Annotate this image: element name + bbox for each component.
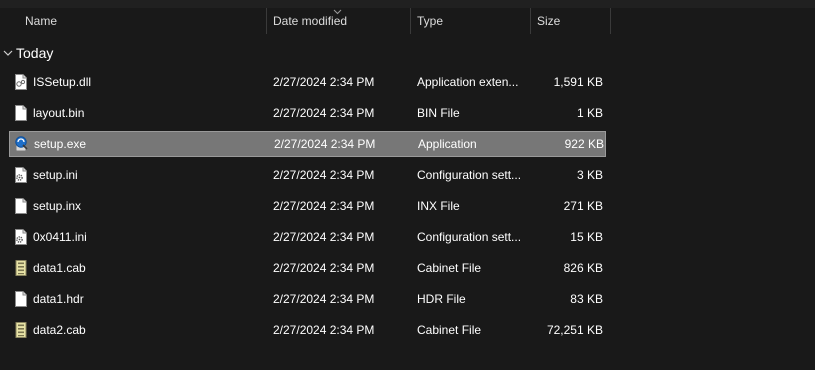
column-header-name[interactable]: Name	[25, 8, 57, 34]
file-name: setup.exe	[34, 137, 87, 151]
file-date-modified: 2/27/2024 2:34 PM	[273, 168, 375, 182]
file-row[interactable]: setup.exe 2/27/2024 2:34 PM Application 922…	[9, 131, 606, 157]
file-date-modified: 2/27/2024 2:34 PM	[273, 261, 375, 275]
column-divider[interactable]	[530, 8, 531, 34]
dll-icon	[14, 74, 28, 90]
cabinet-icon	[14, 322, 28, 338]
file-type: Application exten...	[417, 75, 519, 89]
file-date-modified: 2/27/2024 2:34 PM	[273, 230, 375, 244]
column-header-bar: Name Date modified Type Size	[0, 8, 815, 34]
file-name: setup.ini	[33, 168, 78, 182]
file-size: 271 KB	[563, 199, 603, 213]
file-size: 15 KB	[570, 230, 603, 244]
file-size: 3 KB	[576, 168, 603, 182]
file-name: data1.hdr	[33, 292, 84, 306]
file-type: Configuration sett...	[417, 168, 522, 182]
config-file-icon	[14, 167, 28, 183]
file-type: Cabinet File	[417, 323, 482, 337]
file-explorer-list: Name Date modified Type Size Today ISSet…	[0, 0, 815, 370]
file-row[interactable]: 0x0411.ini 2/27/2024 2:34 PM Configuration…	[9, 224, 606, 250]
file-type: INX File	[417, 199, 460, 213]
config-file-icon	[14, 229, 28, 245]
file-type: HDR File	[417, 292, 466, 306]
top-border	[0, 0, 815, 8]
file-size: 83 KB	[570, 292, 603, 306]
file-name: 0x0411.ini	[33, 230, 87, 244]
file-date-modified: 2/27/2024 2:34 PM	[273, 75, 375, 89]
column-header-type[interactable]: Type	[417, 8, 443, 34]
file-type: Cabinet File	[417, 261, 482, 275]
file-name: data1.cab	[33, 261, 86, 275]
file-name: data2.cab	[33, 323, 86, 337]
column-divider[interactable]	[266, 8, 267, 34]
file-size: 1,591 KB	[553, 75, 603, 89]
file-type: BIN File	[417, 106, 460, 120]
file-icon	[14, 198, 28, 214]
file-row[interactable]: data1.cab 2/27/2024 2:34 PM Cabinet File 82…	[9, 255, 606, 281]
cabinet-icon	[14, 260, 28, 276]
installer-icon	[15, 136, 29, 152]
column-divider[interactable]	[410, 8, 411, 34]
column-divider[interactable]	[610, 8, 611, 34]
file-date-modified: 2/27/2024 2:34 PM	[273, 199, 375, 213]
file-name: layout.bin	[33, 106, 85, 120]
file-row[interactable]: data1.hdr 2/27/2024 2:34 PM HDR File 83 KB	[9, 286, 606, 312]
file-row[interactable]: setup.ini 2/27/2024 2:34 PM Configuration …	[9, 162, 606, 188]
file-size: 922 KB	[564, 137, 604, 151]
file-date-modified: 2/27/2024 2:34 PM	[273, 292, 375, 306]
file-name: ISSetup.dll	[33, 75, 92, 89]
file-size: 72,251 KB	[546, 323, 603, 337]
column-header-date[interactable]: Date modified	[273, 8, 347, 34]
file-size: 826 KB	[563, 261, 603, 275]
group-header-today[interactable]: Today	[0, 43, 815, 63]
file-icon	[14, 105, 28, 121]
file-date-modified: 2/27/2024 2:34 PM	[273, 106, 375, 120]
file-type: Configuration sett...	[417, 230, 522, 244]
file-date-modified: 2/27/2024 2:34 PM	[273, 323, 375, 337]
file-size: 1 KB	[576, 106, 603, 120]
group-label: Today	[16, 45, 54, 61]
file-row[interactable]: data2.cab 2/27/2024 2:34 PM Cabinet File 72…	[9, 317, 606, 343]
file-type: Application	[418, 137, 477, 151]
file-date-modified: 2/27/2024 2:34 PM	[274, 137, 376, 151]
chevron-down-icon[interactable]	[3, 48, 13, 58]
file-name: setup.inx	[33, 199, 82, 213]
column-header-size[interactable]: Size	[537, 8, 560, 34]
file-icon	[14, 291, 28, 307]
file-row[interactable]: setup.inx 2/27/2024 2:34 PM INX File 271 KB	[9, 193, 606, 219]
file-row[interactable]: layout.bin 2/27/2024 2:34 PM BIN File 1 KB	[9, 100, 606, 126]
file-row[interactable]: ISSetup.dll 2/27/2024 2:34 PM Application …	[9, 69, 606, 95]
